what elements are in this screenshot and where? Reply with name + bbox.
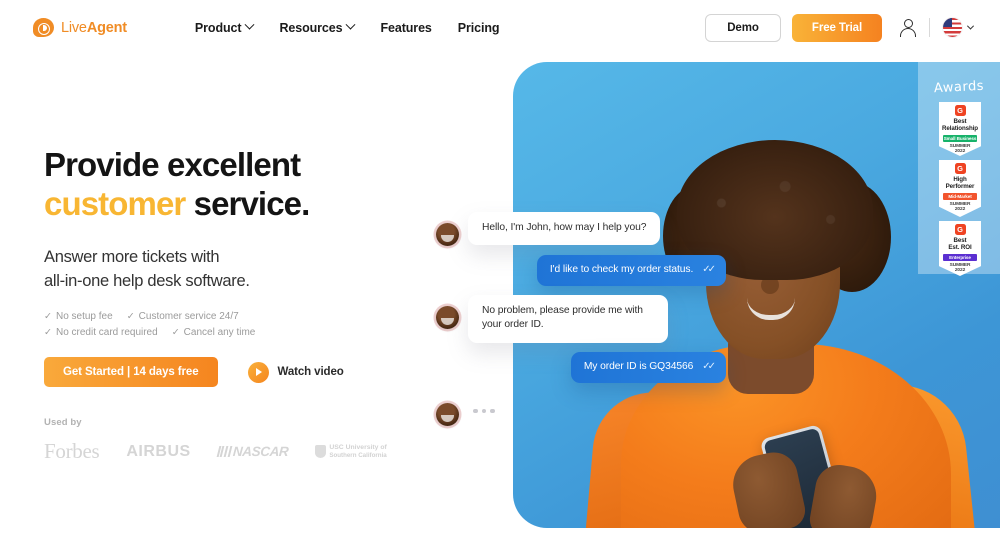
award-badge-category: Mid-Market [943,192,977,200]
g2-logo-icon: G [954,163,966,174]
get-started-button[interactable]: Get Started | 14 days free [44,357,218,388]
usc-line-2: Southern California [329,451,387,459]
chat-bubble-text: My order ID is GQ34566 [583,360,694,372]
feature-label: No setup fee [55,311,113,323]
headline-line-1: Provide excellent [44,146,301,183]
watch-video-button[interactable]: Watch video [247,361,344,383]
feature-label: Cancel any time [183,327,256,339]
avatar [436,223,459,246]
watch-video-label: Watch video [277,366,344,379]
used-by-label: Used by [44,417,82,429]
chat-bubble-logo-icon [33,18,54,37]
feature-item: ✓ No credit card required [44,327,158,338]
feature-label: Customer service 24/7 [138,311,239,323]
chevron-down-icon [966,22,975,30]
avatar [436,402,459,426]
headline-line-2-rest: service. [185,185,311,223]
usc-logo: USC University of Southern California [315,444,387,459]
g2-logo-icon: G [954,224,966,235]
chat-bubble-incoming: No problem, please provide me with your … [468,295,668,343]
play-icon [247,361,269,383]
landing-page: LiveAgent Product Resources Features Pri… [0,0,1000,548]
feature-checklist: ✓ No setup fee ✓ Customer service 24/7 ✓… [44,311,464,338]
free-trial-button[interactable]: Free Trial [792,13,882,42]
customer-logos: Forbes AIRBUS NASCAR USC University of S… [44,439,464,464]
nav-item-label: Pricing [457,20,500,35]
usc-line-1: USC University of [329,444,387,452]
check-icon: ✓ [44,327,52,339]
award-badge: G Best Relationship Small Business SUMME… [939,102,981,156]
g2-logo-icon: G [954,105,966,116]
nav-item-features[interactable]: Features [380,21,431,35]
forbes-logo: Forbes [44,439,100,464]
brand-logo[interactable]: LiveAgent [33,18,127,37]
subhead-line-2: all-in-one help desk software. [44,271,250,290]
user-account-icon[interactable] [899,19,916,37]
award-badge-title: Best Relationship [942,118,978,133]
nav-item-resources[interactable]: Resources [279,19,356,35]
main-navigation: Product Resources Features Pricing [194,19,500,35]
avatar [436,306,459,330]
usc-shield-icon [315,445,327,459]
chat-bubble-incoming: Hello, I'm John, how may I help you? [468,212,661,246]
nascar-stripes-icon [216,446,233,458]
feature-item: ✓ No setup fee [44,311,113,322]
read-receipt-icon: ✓✓ [702,264,716,276]
hero-subheading: Answer more tickets with all-in-one help… [44,245,464,294]
language-selector[interactable] [943,18,975,37]
nascar-logo-text: NASCAR [232,444,289,460]
cta-row: Get Started | 14 days free Watch video [44,357,464,388]
award-badge-title: Best Est. ROI [948,237,972,252]
header-actions: Demo Free Trial [705,13,975,42]
brand-wordmark: LiveAgent [61,20,127,36]
nav-item-product[interactable]: Product [194,19,255,35]
chat-bubble-outgoing: My order ID is GQ34566 ✓✓ [570,351,726,383]
award-badge-title: High Performer [945,176,975,191]
chat-message-row: No problem, please provide me with your … [436,295,726,343]
nav-item-label: Features [380,20,432,35]
brand-live-text: Live [61,19,87,36]
chat-message-row: My order ID is GQ34566 ✓✓ [436,351,726,383]
nav-item-label: Product [194,20,242,35]
chat-bubble-outgoing: I'd like to check my order status. ✓✓ [536,255,726,287]
brand-agent-text: Agent [86,19,127,36]
demo-button[interactable]: Demo [705,13,781,42]
headline-accent-word: customer [44,185,186,223]
nav-item-label: Resources [279,20,343,35]
nav-item-pricing[interactable]: Pricing [458,21,500,35]
award-badge: G Best Est. ROI Enterprise SUMMER 2022 [939,221,981,276]
award-badge-category: Enterprise [943,253,977,261]
page-title: Provide excellent customer service. [44,145,464,224]
typing-indicator-icon [473,408,495,414]
check-icon: ✓ [44,311,52,323]
chat-bubble-text: I'd like to check my order status. [549,264,694,275]
chat-widget-overlay: Hello, I'm John, how may I help you? I'd… [436,212,726,435]
usc-logo-text: USC University of Southern California [329,444,386,459]
nascar-logo: NASCAR [216,444,289,460]
us-flag-icon [943,18,962,37]
award-badge-category: Small Business [943,134,977,142]
awards-ribbon: Awards G Best Relationship Small Busines… [918,62,1000,276]
subhead-line-1: Answer more tickets with [44,247,220,266]
chat-typing-row [436,392,726,426]
chevron-down-icon [244,19,255,30]
used-by-section: Used by Forbes AIRBUS NASCAR USC Univers… [44,417,464,464]
check-icon: ✓ [126,311,135,323]
check-icon: ✓ [171,327,180,339]
chat-message-row: Hello, I'm John, how may I help you? [436,212,726,246]
award-badge: G High Performer Mid-Market SUMMER 2022 [939,160,981,217]
feature-row: ✓ No credit card required ✓ Cancel any t… [44,327,464,338]
feature-row: ✓ No setup fee ✓ Customer service 24/7 [44,311,464,322]
feature-label: No credit card required [55,327,158,339]
feature-item: ✓ Customer service 24/7 [127,311,239,322]
read-receipt-icon: ✓✓ [702,360,716,372]
airbus-logo: AIRBUS [126,442,191,460]
site-header: LiveAgent Product Resources Features Pri… [0,0,1000,55]
hero-copy: Provide excellent customer service. Answ… [44,145,464,464]
header-divider [929,18,930,37]
chevron-down-icon [346,19,356,30]
feature-item: ✓ Cancel any time [172,327,256,338]
chat-message-row: I'd like to check my order status. ✓✓ [436,255,726,287]
